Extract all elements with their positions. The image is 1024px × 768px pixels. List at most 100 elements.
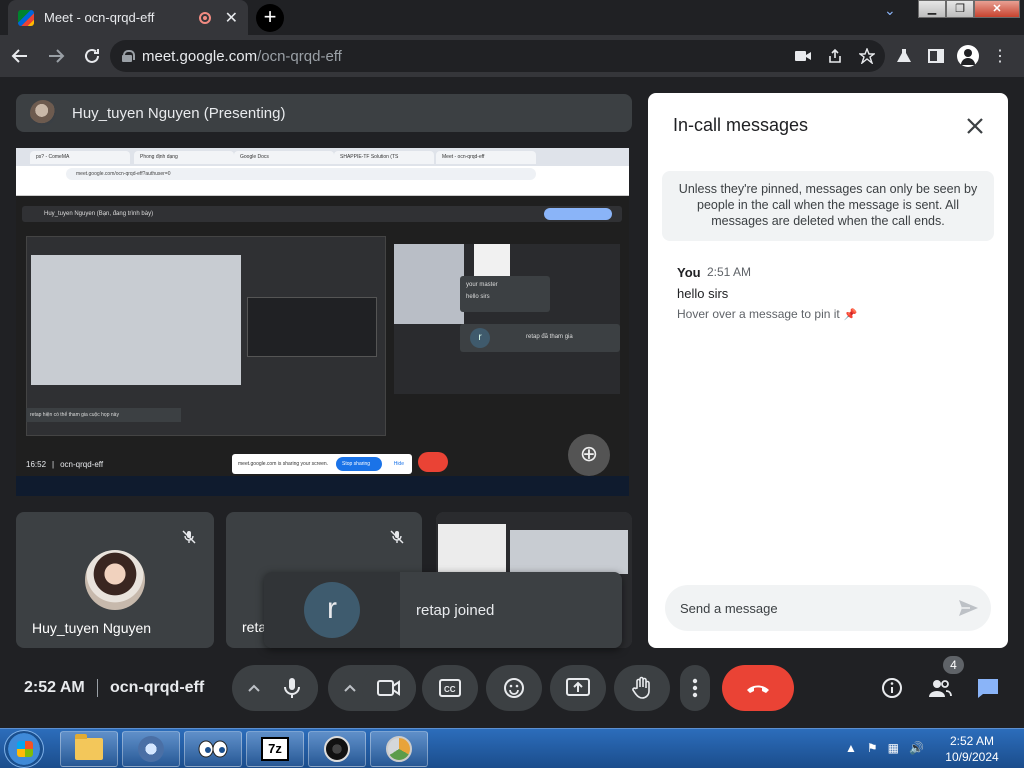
toast-avatar-area: r (264, 572, 400, 648)
new-tab-button[interactable]: + (256, 4, 284, 32)
browser-toolbar: meet.google.com/ocn-qrqd-eff ⋮ (0, 35, 1024, 77)
reactions-button[interactable] (486, 665, 542, 711)
chat-button[interactable] (970, 670, 1006, 706)
present-now-button[interactable] (550, 665, 606, 711)
hand-icon (632, 676, 650, 699)
shared-sharing-banner: meet.google.com is sharing your screen. … (232, 454, 412, 474)
tab-close-icon[interactable]: ✕ (225, 8, 238, 28)
window-close-button[interactable]: ✕ (974, 0, 1020, 18)
hang-up-icon (747, 685, 769, 693)
presenter-label: Huy_tuyen Nguyen (Presenting) (72, 104, 286, 122)
send-button[interactable] (957, 597, 979, 619)
presenter-bar[interactable]: Huy_tuyen Nguyen (Presenting) (16, 94, 632, 132)
zoom-in-icon[interactable]: ⊕ (568, 434, 610, 476)
meeting-time: 2:52 AM (24, 679, 85, 696)
profile-avatar-icon (957, 45, 979, 67)
mic-button[interactable] (266, 665, 318, 711)
shared-caption: retap hiện có thể tham gia cuộc họp này (26, 408, 181, 422)
people-icon (929, 680, 952, 697)
taskbar-system[interactable] (122, 731, 180, 767)
show-hidden-icons-icon[interactable]: ▲ (845, 741, 857, 755)
eyes-icon (198, 740, 228, 758)
taskbar-eyes[interactable] (184, 731, 242, 767)
network-icon[interactable]: ▦ (888, 741, 899, 755)
camera-button[interactable] (362, 665, 416, 711)
pin-hint-text: Hover over a message to pin it (677, 307, 840, 321)
participant-tile-huy[interactable]: Huy_tuyen Nguyen (16, 512, 214, 648)
shared-code: ocn-qrqd-eff (60, 459, 104, 469)
nested-screen-content (31, 255, 241, 385)
lock-icon (122, 50, 135, 62)
nested-tile (247, 297, 377, 357)
browser-tab-meet[interactable]: Meet - ocn-qrqd-eff ✕ (8, 0, 248, 35)
present-screen-icon (566, 678, 590, 696)
shared-tab: Google Docs (234, 151, 334, 164)
flag-icon[interactable]: ⚑ (867, 741, 878, 755)
back-button[interactable] (4, 40, 36, 72)
camera-in-use-icon[interactable] (795, 50, 811, 62)
closed-captions-icon: CC (439, 679, 461, 697)
restore-button[interactable]: ❐ (946, 0, 974, 18)
panel-title: In-call messages (673, 115, 809, 135)
shared-browser-tabs: ps? - ComeMA Phong định dạng Google Docs… (16, 148, 629, 166)
forward-button[interactable] (40, 40, 72, 72)
flask-icon (897, 49, 911, 62)
video-camera-icon (377, 680, 400, 696)
browser-menu-button[interactable]: ⋮ (989, 40, 1011, 72)
captions-button[interactable]: CC (422, 665, 478, 711)
participant-avatar (85, 550, 145, 610)
bookmark-star-icon[interactable] (859, 48, 875, 64)
svg-text:CC: CC (444, 685, 456, 694)
system-clock[interactable]: 2:52 AM 10/9/2024 (928, 733, 1016, 765)
reload-button[interactable] (76, 40, 108, 72)
raise-hand-button[interactable] (614, 665, 670, 711)
taskbar-7zip[interactable]: 7z (246, 731, 304, 767)
shared-screen[interactable]: ps? - ComeMA Phong định dạng Google Docs… (16, 148, 629, 496)
start-button[interactable] (4, 730, 44, 768)
meeting-details-button[interactable] (874, 670, 910, 706)
mic-icon (284, 678, 300, 698)
leave-call-button[interactable] (722, 665, 794, 711)
panel-close-button[interactable] (964, 115, 986, 137)
volume-icon[interactable]: 🔊 (909, 741, 924, 755)
more-vert-icon (692, 678, 698, 698)
shared-chat-text: hello sirs (466, 294, 490, 300)
people-button[interactable] (922, 670, 958, 706)
pin-icon: 📌 (843, 309, 858, 321)
taskbar-explorer[interactable] (60, 731, 118, 767)
shared-taskbar (16, 476, 629, 496)
shared-url: meet.google.com/ocn-qrqd-eff?authuser=0 (66, 168, 536, 180)
shared-meet-view: Huy_tuyen Nguyen (Bạn, đang trình bày) y… (16, 196, 629, 486)
chevron-up-icon (248, 684, 260, 692)
reload-icon (85, 48, 99, 63)
shared-time: 16:52 (26, 459, 47, 469)
shared-sharing-text: meet.google.com is sharing your screen. (238, 461, 329, 467)
share-page-icon[interactable] (827, 48, 843, 64)
shared-stop-sharing-button: Stop sharing (336, 457, 382, 471)
shared-join-card: r retap đã tham gia (460, 324, 620, 352)
shared-thumb (474, 244, 510, 280)
close-icon (967, 118, 983, 134)
toolbar-right: ⋮ (893, 40, 1011, 72)
more-options-button[interactable] (680, 665, 710, 711)
extensions-icon[interactable] (893, 40, 915, 72)
url-path: /ocn-qrqd-eff (257, 47, 342, 65)
7zip-icon: 7z (261, 737, 289, 761)
shared-tab: Phong định dạng (134, 151, 234, 164)
back-arrow-icon (11, 49, 27, 63)
taskbar-chrome[interactable] (370, 731, 428, 767)
send-icon (959, 600, 978, 616)
taskbar-obs[interactable] (308, 731, 366, 767)
pin-hint: Hover over a message to pin it 📌 (677, 307, 857, 321)
mic-off-icon (386, 526, 408, 548)
windows-logo-icon (17, 741, 33, 757)
side-panel-icon[interactable] (925, 40, 947, 72)
toast-avatar: r (304, 582, 360, 638)
message-text[interactable]: hello sirs (677, 286, 728, 301)
message-input[interactable] (680, 600, 940, 616)
tab-search-chevron-icon[interactable]: ⌄ (884, 2, 896, 19)
address-bar[interactable]: meet.google.com/ocn-qrqd-eff (110, 40, 885, 72)
minimize-button[interactable]: ▁ (918, 0, 946, 18)
profile-button[interactable] (957, 40, 979, 72)
explorer-icon (75, 734, 103, 760)
